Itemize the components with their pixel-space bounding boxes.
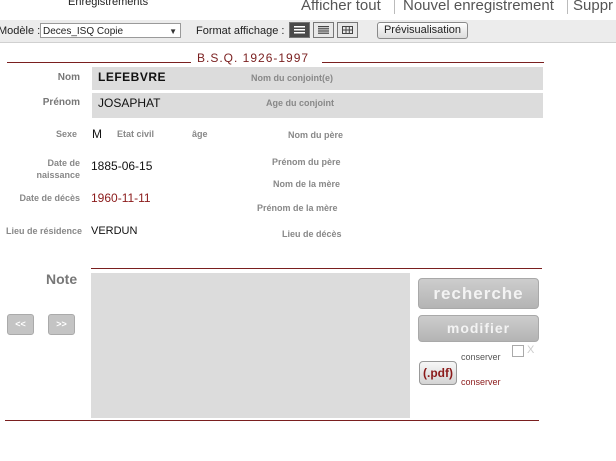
title-rule-left <box>7 62 191 63</box>
death-place-label: Lieu de décès <box>282 229 342 239</box>
sexe-field[interactable]: M <box>92 127 102 141</box>
mother-firstname-label: Prénom de la mère <box>257 203 338 213</box>
preview-button[interactable]: Prévisualisation <box>377 22 468 39</box>
previous-record-button[interactable]: << <box>7 314 34 335</box>
sexe-label: Sexe <box>56 129 78 139</box>
layout-select[interactable]: Deces_ISQ Copie ▼ <box>40 23 181 38</box>
note-rule <box>91 268 542 269</box>
table-view-button[interactable] <box>337 22 358 38</box>
chevron-down-icon: ▼ <box>169 27 177 36</box>
prenom-field[interactable]: JOSAPHAT <box>98 96 160 110</box>
page-title: B.S.Q. 1926-1997 <box>197 51 310 65</box>
nom-field[interactable]: LEFEBVRE <box>98 70 166 84</box>
death-date-field[interactable]: 1960-11-11 <box>91 191 151 205</box>
civil-status-label: Etat civil <box>117 129 155 139</box>
nom-label: Nom <box>57 72 80 83</box>
prenom-label: Prénom <box>42 97 80 108</box>
spouse-age-label: Age du conjoint <box>266 98 334 108</box>
keep-label: conserver <box>461 352 501 362</box>
layout-select-value: Deces_ISQ Copie <box>43 26 124 37</box>
birth-date-label-line1: Date de <box>47 158 80 168</box>
menu-separator <box>567 0 568 14</box>
father-name-label: Nom du père <box>288 130 344 140</box>
menu-show-all[interactable]: Afficher tout <box>301 0 381 14</box>
list-view-icon <box>294 26 305 34</box>
father-firstname-label: Prénom du père <box>272 157 341 167</box>
search-button[interactable]: recherche <box>418 278 539 309</box>
keep-checkbox[interactable] <box>512 345 524 357</box>
birth-date-field[interactable]: 1885-06-15 <box>91 159 152 173</box>
close-icon[interactable]: X <box>527 344 534 356</box>
form-view-button[interactable] <box>289 22 310 38</box>
layout-label: Modèle : <box>0 25 41 37</box>
spouse-name-label: Nom du conjoint(e) <box>251 73 333 83</box>
table-view-icon <box>318 26 329 34</box>
menu-separator <box>394 0 395 14</box>
birth-date-label-line2: naissance <box>36 170 80 180</box>
note-textarea[interactable] <box>91 273 410 418</box>
age-label: âge <box>192 129 208 139</box>
menu-records[interactable]: Enregistrements <box>68 0 148 8</box>
residence-label: Lieu de résidence <box>5 226 82 236</box>
pdf-button[interactable]: (.pdf) <box>419 361 457 385</box>
grid-view-icon <box>342 26 353 34</box>
menu-new-record[interactable]: Nouvel enregistrement <box>403 0 554 14</box>
list-view-button[interactable] <box>313 22 334 38</box>
view-format-label: Format affichage : <box>196 25 285 37</box>
menu-delete[interactable]: Suppr <box>573 0 613 14</box>
bottom-rule <box>5 420 539 421</box>
residence-field[interactable]: VERDUN <box>91 225 137 237</box>
title-rule-right <box>322 62 544 63</box>
note-label: Note <box>46 271 78 287</box>
keep-pdf-label: conserver <box>461 377 501 387</box>
death-date-label: Date de décès <box>19 193 80 203</box>
modify-button[interactable]: modifier <box>418 315 539 342</box>
mother-name-label: Nom de la mère <box>273 179 341 189</box>
next-record-button[interactable]: >> <box>48 314 75 335</box>
